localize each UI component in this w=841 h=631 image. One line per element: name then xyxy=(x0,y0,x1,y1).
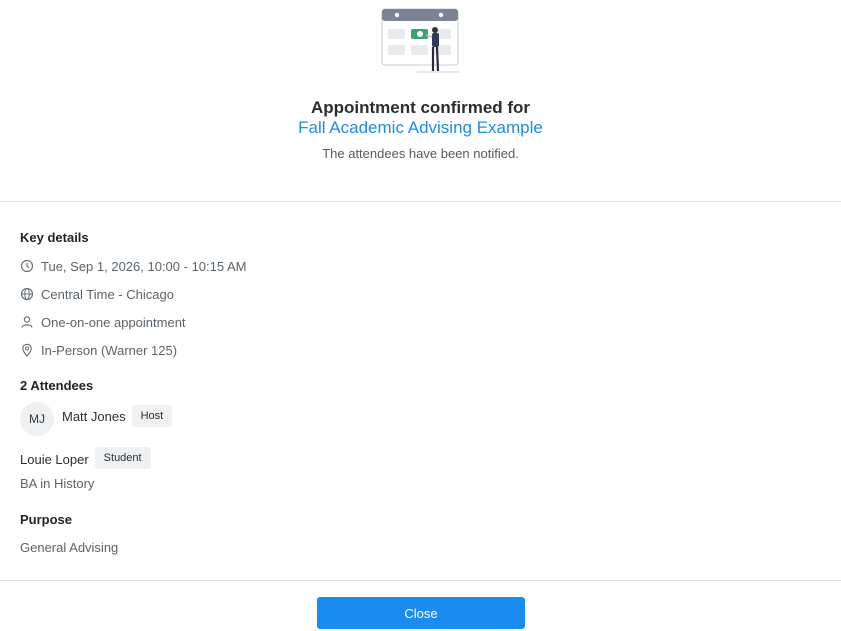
purpose-heading: Purpose xyxy=(20,512,73,527)
purpose-value: General Advising xyxy=(20,540,119,555)
close-button[interactable]: Close xyxy=(317,597,525,629)
attendees-heading: 2 Attendees xyxy=(20,378,94,393)
detail-timezone: Central Time - Chicago xyxy=(20,285,174,303)
datetime-text: Tue, Sep 1, 2026, 10:00 - 10:15 AM xyxy=(41,258,247,274)
student-name: Louie Loper xyxy=(20,451,89,467)
student-role-badge: Student xyxy=(94,447,151,469)
detail-datetime: Tue, Sep 1, 2026, 10:00 - 10:15 AM xyxy=(20,257,247,275)
footer-divider xyxy=(0,580,841,581)
notified-message: The attendees have been notified. xyxy=(322,146,519,161)
host-name: Matt Jones xyxy=(62,408,126,424)
location-pin-icon xyxy=(20,343,34,357)
appointment-confirmation-dialog: Appointment confirmed for Fall Academic … xyxy=(0,0,841,631)
host-role-badge: Host xyxy=(131,405,173,427)
attendee-host: MJ Matt Jones Host xyxy=(20,402,173,436)
avatar: MJ xyxy=(20,402,54,436)
detail-location: In-Person (Warner 125) xyxy=(20,341,177,359)
confirmation-title: Appointment confirmed for xyxy=(310,98,531,117)
student-program: BA in History xyxy=(20,476,95,491)
header-divider xyxy=(0,201,841,202)
location-text: In-Person (Warner 125) xyxy=(41,342,178,358)
attendee-student: Louie Loper Student xyxy=(20,446,151,470)
person-icon xyxy=(20,315,34,329)
event-name-link[interactable]: Fall Academic Advising Example xyxy=(0,118,841,138)
appointment-type-text: One-on-one appointment xyxy=(41,314,186,330)
calendar-illustration xyxy=(381,8,461,76)
clock-icon xyxy=(20,259,34,273)
timezone-text: Central Time - Chicago xyxy=(41,286,174,302)
globe-icon xyxy=(20,287,34,301)
key-details-heading: Key details xyxy=(20,230,89,245)
detail-type: One-on-one appointment xyxy=(20,313,186,331)
